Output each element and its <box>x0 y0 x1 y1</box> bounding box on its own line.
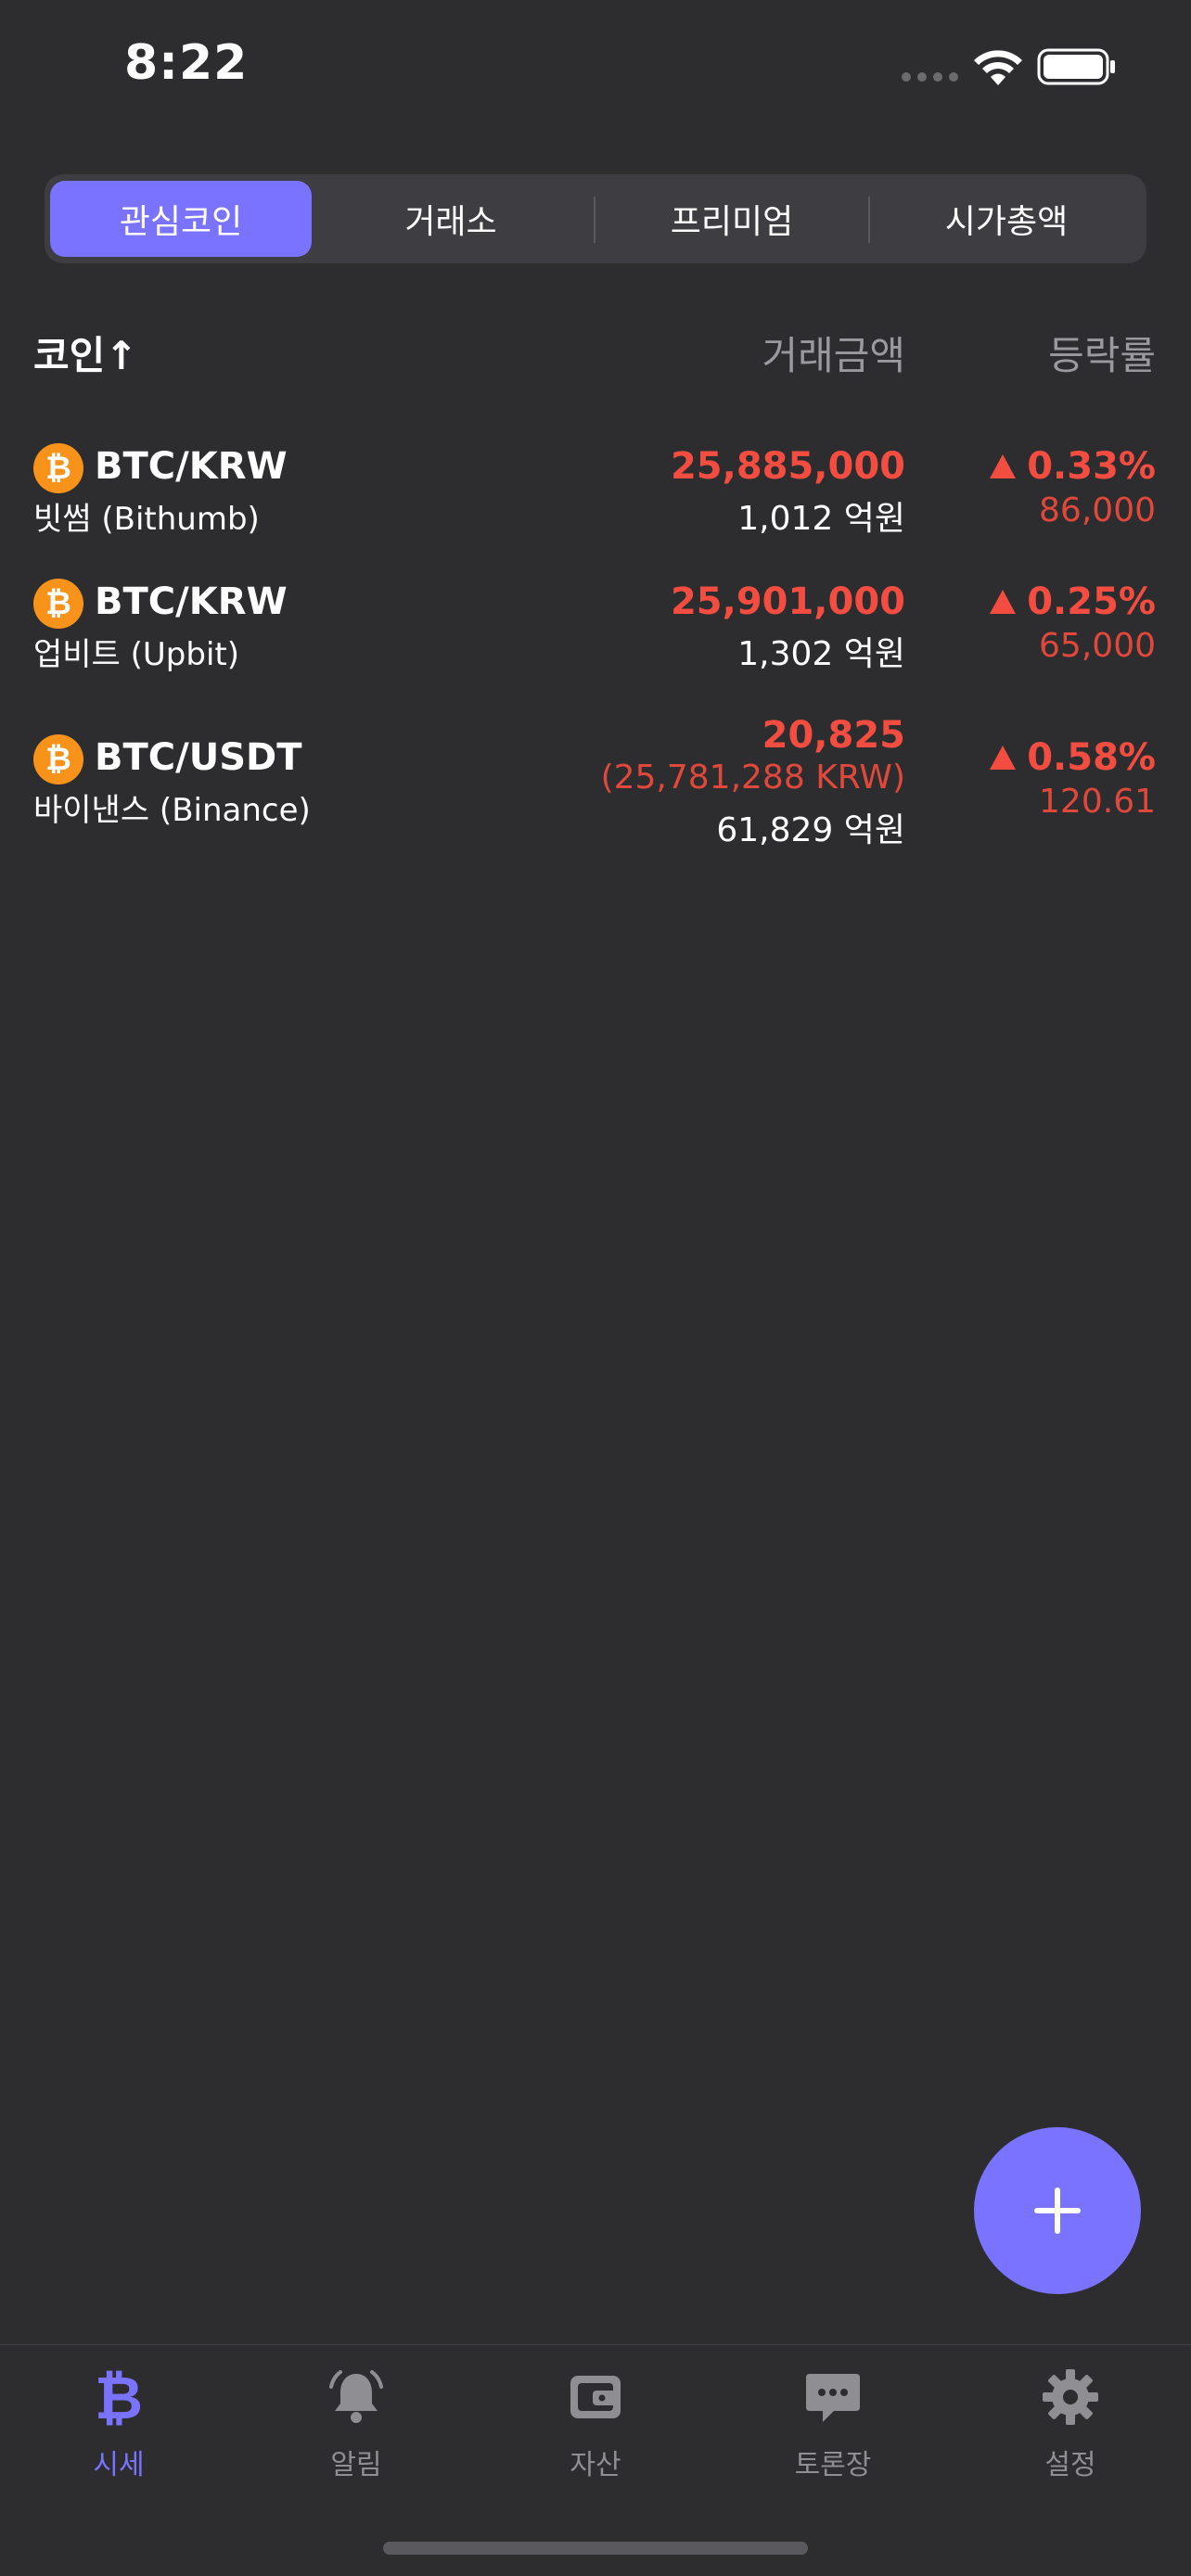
tab-settings[interactable]: 설정 <box>978 2366 1163 2482</box>
wifi-icon <box>974 50 1022 85</box>
cellular-signal-icon <box>902 72 958 82</box>
tab-quotes[interactable]: ₿ 시세 <box>26 2366 211 2482</box>
exchange-name: 업비트 (Upbit) <box>33 636 240 673</box>
bitcoin-logo-icon: ₿ <box>33 734 83 784</box>
coin-pair: BTC/KRW <box>95 580 288 623</box>
triangle-up-icon <box>990 454 1017 478</box>
status-bar: 8:22 <box>0 0 1191 139</box>
change-percent: 0.25% <box>990 580 1156 623</box>
gear-icon <box>1039 2366 1102 2429</box>
triangle-up-icon <box>990 590 1017 614</box>
tab-label: 시세 <box>93 2449 145 2481</box>
coin-price: 20,825 <box>762 714 905 757</box>
chat-bubble-icon <box>801 2366 864 2429</box>
svg-text:₿: ₿ <box>95 2366 143 2428</box>
trade-volume: 61,829 억원 <box>716 811 905 849</box>
tab-label: 자산 <box>570 2449 621 2481</box>
home-indicator <box>383 2542 808 2555</box>
tab-label: 설정 <box>1044 2449 1096 2481</box>
coin-price: 25,901,000 <box>670 580 905 623</box>
coin-row-upbit[interactable]: ₿ BTC/KRW 업비트 (Upbit) 25,901,000 1,302 억… <box>0 571 1191 682</box>
segment-divider <box>594 197 596 243</box>
tab-assets[interactable]: 자산 <box>503 2366 688 2482</box>
tab-forum[interactable]: 토론장 <box>740 2366 926 2482</box>
change-amount: 86,000 <box>1039 491 1156 529</box>
change-amount: 65,000 <box>1039 627 1156 665</box>
bell-icon <box>325 2366 388 2429</box>
tab-exchange[interactable]: 거래소 <box>321 181 581 257</box>
plus-icon <box>1034 2187 1081 2234</box>
exchange-name: 바이낸스 (Binance) <box>33 792 311 829</box>
change-percent: 0.33% <box>990 445 1156 488</box>
change-amount: 120.61 <box>1039 783 1156 821</box>
trade-volume: 1,302 억원 <box>737 635 905 673</box>
status-time: 8:22 <box>124 35 249 91</box>
segment-divider <box>868 197 870 243</box>
tab-premium[interactable]: 프리미엄 <box>597 181 866 257</box>
sort-change-header[interactable]: 등락률 <box>1048 325 1156 381</box>
tab-market-cap[interactable]: 시가총액 <box>872 181 1141 257</box>
converted-krw-price: (25,781,288 KRW) <box>600 759 905 797</box>
trade-volume: 1,012 억원 <box>737 500 905 538</box>
tab-label: 토론장 <box>794 2449 872 2481</box>
coin-row-binance[interactable]: ₿ BTC/USDT 바이낸스 (Binance) 20,825 (25,781… <box>0 707 1191 855</box>
tab-label: 알림 <box>330 2449 382 2481</box>
change-percent: 0.58% <box>990 736 1156 779</box>
coin-pair: BTC/KRW <box>95 445 288 488</box>
sort-amount-header[interactable]: 거래금액 <box>762 325 905 381</box>
coin-pair: BTC/USDT <box>95 736 302 779</box>
battery-icon <box>1037 48 1115 85</box>
triangle-up-icon <box>990 746 1017 770</box>
coin-row-bithumb[interactable]: ₿ BTC/KRW 빗썸 (Bithumb) 25,885,000 1,012 … <box>0 436 1191 547</box>
bitcoin-icon: ₿ <box>87 2366 150 2429</box>
tab-alerts[interactable]: 알림 <box>263 2366 449 2482</box>
segmented-control: 관심코인 거래소 프리미엄 시가총액 <box>45 174 1146 263</box>
add-coin-button[interactable] <box>974 2127 1141 2294</box>
exchange-name: 빗썸 (Bithumb) <box>33 501 260 538</box>
change-percent-value: 0.33% <box>1027 445 1156 488</box>
change-percent-value: 0.25% <box>1027 580 1156 623</box>
wallet-icon <box>564 2366 627 2429</box>
bitcoin-logo-icon: ₿ <box>33 579 83 629</box>
sort-coin-header[interactable]: 코인↑ <box>33 325 137 381</box>
tab-watchlist[interactable]: 관심코인 <box>50 181 312 257</box>
bitcoin-logo-icon: ₿ <box>33 443 83 493</box>
change-percent-value: 0.58% <box>1027 736 1156 779</box>
coin-price: 25,885,000 <box>670 445 905 488</box>
